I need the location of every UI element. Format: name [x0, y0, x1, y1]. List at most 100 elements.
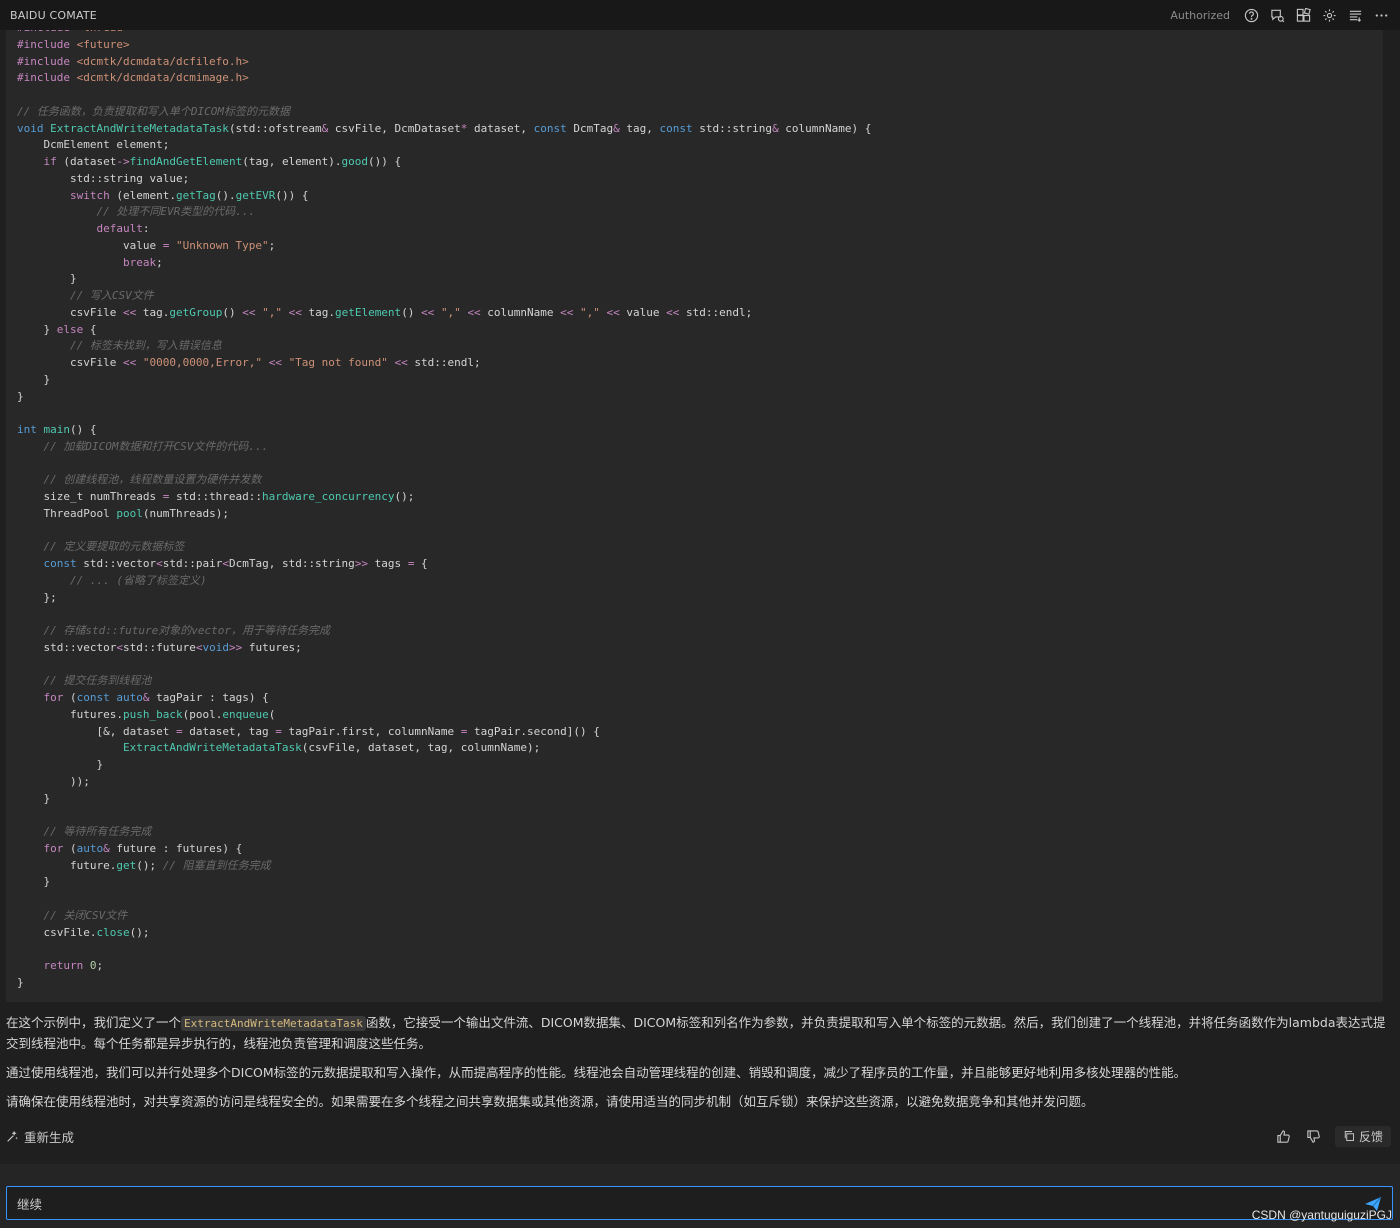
code-token: pool: [116, 506, 143, 520]
code-token: &: [613, 121, 620, 135]
code-token: }: [17, 322, 57, 336]
code-line: // 任务函数，负责提取和写入单个DICOM标签的元数据: [17, 104, 871, 121]
feedback-button[interactable]: 反馈: [1334, 1125, 1391, 1147]
settings-icon[interactable]: [1320, 6, 1338, 24]
code-line: #include <future>: [17, 37, 871, 54]
code-token: DcmTag, std::string: [228, 557, 355, 570]
code-line: break;: [17, 255, 871, 272]
code-token: else: [56, 322, 84, 336]
code-token: tagPair.second]() {: [467, 724, 600, 738]
code-line: DcmElement element;: [17, 137, 871, 154]
code-token: std::thread::: [169, 490, 263, 503]
code-line: };: [17, 590, 871, 607]
code-token: ();: [129, 925, 150, 939]
chat-input-box[interactable]: [6, 1186, 1393, 1220]
app-title: BAIDU COMATE: [10, 8, 97, 22]
code-token: <<: [394, 356, 408, 369]
chat-input[interactable]: [17, 1195, 1317, 1211]
regenerate-button[interactable]: 重新生成: [6, 1127, 74, 1146]
code-line: }: [17, 874, 871, 891]
code-token: void: [202, 640, 229, 654]
code-token: <dcmtk/dcmdata/dcmimage.h>: [76, 71, 249, 85]
code-token: tags: [368, 557, 408, 570]
thumbs-down-icon[interactable]: [1305, 1127, 1323, 1145]
code-token: <<: [122, 356, 137, 369]
input-area: CSDN @yantuguiguziPGJ: [0, 1164, 1400, 1228]
code-token: switch: [69, 188, 110, 202]
chat-history-icon[interactable]: [1268, 6, 1286, 24]
more-icon[interactable]: [1372, 6, 1390, 24]
thumbs-up-icon[interactable]: [1275, 1127, 1293, 1145]
code-token: tagPair : tags) {: [149, 691, 269, 704]
code-token: () {: [70, 423, 97, 436]
code-line: }: [17, 975, 871, 992]
code-token: columnName: [480, 305, 561, 319]
code-token: ;: [268, 238, 276, 252]
title-bar: BAIDU COMATE Authorized: [0, 0, 1400, 30]
code-token: >>: [228, 640, 243, 654]
code-line: future.get(); // 阻塞直到任务完成: [17, 858, 871, 875]
code-token: (numThreads);: [142, 506, 229, 520]
code-token: &: [142, 691, 150, 704]
code-token: dataset, tag: [182, 724, 276, 738]
code-token: #include: [17, 30, 70, 34]
code-token: futures.: [17, 707, 123, 721]
code-token: ExtractAndWriteMetadataTask: [122, 741, 302, 755]
code-token: dataset,: [467, 121, 534, 135]
code-token: // 提交任务到线程池: [43, 674, 152, 688]
code-token: ));: [17, 774, 90, 788]
code-token: const: [533, 121, 567, 135]
code-token: ThreadPool: [17, 506, 117, 520]
code-line: [&, dataset = dataset, tag = tagPair.fir…: [17, 724, 871, 741]
code-token: {: [83, 322, 97, 336]
code-line: int main() {: [17, 422, 871, 439]
code-token: // 加载DICOM数据和打开CSV文件的代码...: [43, 439, 269, 453]
help-icon[interactable]: [1242, 6, 1260, 24]
code-line: // 等待所有任务完成: [17, 824, 871, 841]
code-line: void ExtractAndWriteMetadataTask(std::of…: [17, 121, 871, 138]
code-token: // ... (省略了标签定义): [69, 573, 207, 587]
code-token: =: [275, 724, 282, 738]
code-token: ",": [580, 305, 600, 319]
code-token: }: [17, 975, 24, 989]
code-line: #include <dcmtk/dcmdata/dcmimage.h>: [17, 70, 871, 87]
answer-actions: 重新生成 反馈: [6, 1124, 1391, 1148]
code-token: for: [43, 841, 64, 855]
code-token: auto: [76, 841, 104, 855]
code-token: get: [116, 858, 137, 872]
code-line: default:: [17, 221, 871, 238]
code-token: future : futures) {: [109, 841, 243, 855]
inline-code: ExtractAndWriteMetadataTask: [181, 1016, 366, 1031]
code-token: csvFile: [17, 305, 123, 319]
code-token: return: [43, 959, 84, 972]
code-token: push_back: [122, 707, 183, 721]
code-token: =: [175, 724, 183, 738]
code-line: // 关闭CSV文件: [17, 908, 871, 925]
code-token: std::pair: [162, 557, 223, 570]
code-token: (std::ofstream: [228, 121, 322, 135]
code-token: ",": [440, 305, 461, 319]
code-line: // 存储std::future对象的vector，用于等待任务完成: [17, 623, 871, 640]
watermark: CSDN @yantuguiguziPGJ: [1251, 1208, 1392, 1222]
code-token: ();: [394, 490, 415, 503]
plugins-icon[interactable]: [1294, 6, 1312, 24]
code-line: switch (element.getTag().getEVR()) {: [17, 188, 871, 205]
code-token: // 存储std::future对象的vector，用于等待任务完成: [43, 624, 330, 637]
code-token: <<: [288, 305, 302, 319]
code-token: enqueue: [222, 707, 269, 721]
menu-list-icon[interactable]: [1346, 6, 1364, 24]
code-token: // 关闭CSV文件: [43, 908, 128, 922]
